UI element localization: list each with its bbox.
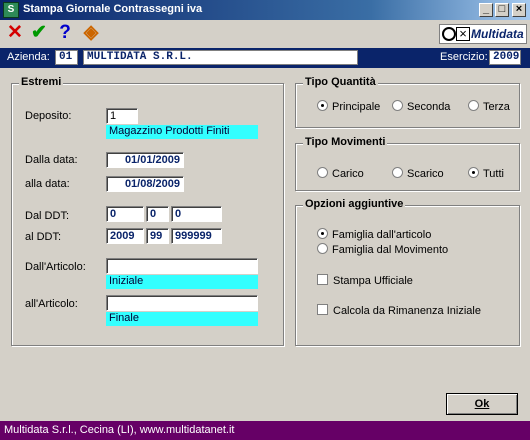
deposito-description: Magazzino Prodotti Finiti [106, 125, 258, 139]
check-stampa-ufficiale[interactable]: Stampa Ufficiale [317, 274, 413, 288]
minimize-button[interactable]: _ [479, 3, 493, 17]
alla-data-label: alla data: [25, 178, 70, 190]
radio-carico[interactable]: Carico [317, 167, 364, 181]
opzioni-title: Opzioni aggiuntive [303, 198, 406, 210]
al-ddt-label: al DDT: [25, 231, 62, 243]
azienda-label: Azienda: [7, 51, 50, 63]
toolbar: ✕ ✔ ? ◈ × Multidata [0, 20, 530, 48]
esercizio-label: Esercizio: [440, 51, 488, 63]
deposito-input[interactable]: 1 [106, 108, 138, 124]
dalla-data-label: Dalla data: [25, 154, 78, 166]
radio-terza[interactable]: Terza [468, 100, 510, 114]
alla-data-input[interactable]: 01/08/2009 [106, 176, 184, 192]
radio-famiglia-articolo[interactable]: Famiglia dall'articolo [317, 228, 431, 242]
tipo-movimenti-group: Tipo Movimenti Carico Scarico Tutti [295, 136, 520, 191]
radio-seconda[interactable]: Seconda [392, 100, 450, 114]
status-bar: Multidata S.r.l., Cecina (LI), www.multi… [0, 421, 530, 440]
app-icon: S [3, 2, 19, 18]
al-ddt-series-input[interactable]: 99 [146, 228, 169, 244]
ok-button[interactable]: Ok [446, 393, 518, 415]
al-ddt-year-input[interactable]: 2009 [106, 228, 144, 244]
maximize-button[interactable]: □ [495, 3, 509, 17]
dalla-data-input[interactable]: 01/01/2009 [106, 152, 184, 168]
close-x-icon[interactable]: ✕ [4, 22, 26, 44]
radio-dot [317, 167, 328, 178]
tipo-movimenti-title: Tipo Movimenti [303, 136, 388, 148]
radio-principale[interactable]: Principale [317, 100, 380, 114]
company-bar: Azienda: 01 MULTIDATA S.R.L. Esercizio: … [0, 48, 530, 68]
tipo-quantita-group: Tipo Quantità Principale Seconda Terza [295, 76, 520, 128]
window-title: Stampa Giornale Contrassegni iva [23, 3, 203, 15]
azienda-code-field[interactable]: 01 [55, 50, 78, 65]
radio-dot [317, 243, 328, 254]
all-articolo-description: Finale [106, 312, 258, 326]
all-articolo-input[interactable] [106, 295, 258, 311]
estremi-title: Estremi [19, 76, 64, 88]
estremi-group: Estremi Deposito: 1 Magazzino Prodotti F… [11, 76, 284, 346]
opzioni-group: Opzioni aggiuntive Famiglia dall'articol… [295, 198, 520, 346]
tipo-quantita-title: Tipo Quantità [303, 76, 378, 88]
logo-box-x-icon: × [456, 27, 470, 41]
radio-famiglia-movimento[interactable]: Famiglia dal Movimento [317, 243, 448, 257]
dal-ddt-number-input[interactable]: 0 [171, 206, 222, 222]
radio-dot [468, 167, 479, 178]
all-articolo-label: all'Articolo: [25, 298, 78, 310]
close-window-button[interactable]: × [512, 3, 526, 17]
dal-ddt-label: Dal DDT: [25, 210, 70, 222]
radio-tutti[interactable]: Tutti [468, 167, 504, 181]
check-icon[interactable]: ✔ [28, 22, 50, 44]
company-logo: × Multidata [439, 24, 527, 44]
radio-scarico[interactable]: Scarico [392, 167, 444, 181]
radio-dot [317, 100, 328, 111]
help-icon[interactable]: ? [54, 22, 76, 44]
print-icon[interactable]: ◈ [80, 22, 102, 44]
check-calcola-rimanenza[interactable]: Calcola da Rimanenza Iniziale [317, 304, 481, 318]
dall-articolo-input[interactable] [106, 258, 258, 274]
dall-articolo-description: Iniziale [106, 275, 258, 289]
checkbox [317, 274, 328, 285]
title-bar: S Stampa Giornale Contrassegni iva _ □ × [0, 0, 530, 20]
dall-articolo-label: Dall'Articolo: [25, 261, 86, 273]
dal-ddt-series-input[interactable]: 0 [146, 206, 169, 222]
azienda-name-field: MULTIDATA S.R.L. [83, 50, 358, 65]
dal-ddt-year-input[interactable]: 0 [106, 206, 144, 222]
radio-dot [317, 228, 328, 239]
esercizio-field[interactable]: 2009 [489, 50, 521, 65]
radio-dot [392, 167, 403, 178]
logo-circle-icon [442, 27, 456, 41]
radio-dot [392, 100, 403, 111]
radio-dot [468, 100, 479, 111]
checkbox [317, 304, 328, 315]
logo-text: Multidata [471, 27, 524, 41]
al-ddt-number-input[interactable]: 999999 [171, 228, 222, 244]
deposito-label: Deposito: [25, 110, 72, 122]
